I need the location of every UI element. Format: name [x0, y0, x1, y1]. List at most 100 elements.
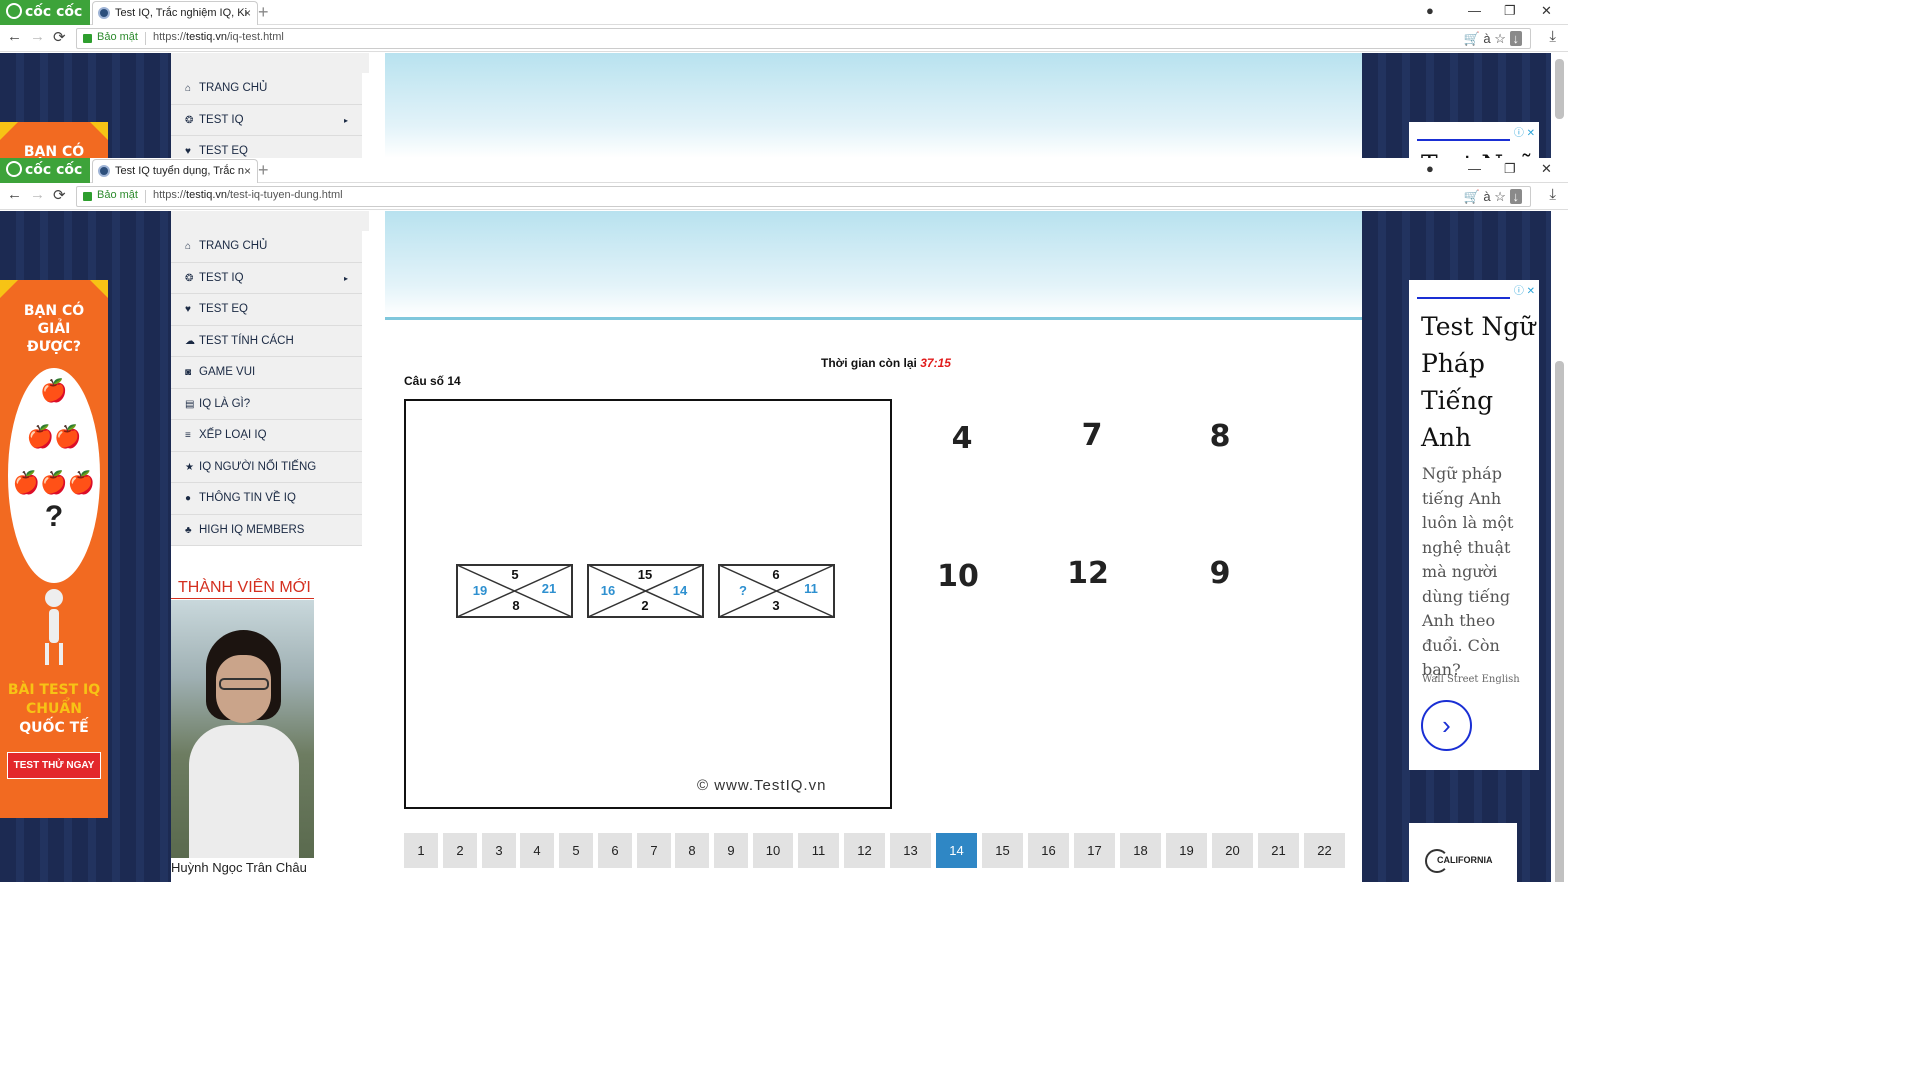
minimize-button[interactable]: — — [1468, 0, 1481, 22]
member-name[interactable]: Huỳnh Ngọc Trân Châu — [171, 860, 314, 875]
left-ad-banner[interactable]: BẠN CÓ GIẢI ĐƯỢC? 🍎 🍎🍎 🍎🍎🍎 ? BÀI TEST IQ… — [0, 280, 108, 818]
menu-top — [171, 211, 369, 231]
coccoc-logo[interactable]: cốc cốc — [0, 158, 90, 183]
answer-option[interactable]: 7 — [1062, 418, 1122, 453]
page-button[interactable]: 8 — [675, 833, 709, 868]
translate-icon[interactable]: à — [1483, 189, 1490, 204]
try-now-button[interactable]: TEST THỬ NGAY — [6, 752, 102, 779]
ad-corner — [90, 280, 108, 298]
back-left-ad[interactable]: BẠN CÓ — [0, 122, 108, 158]
scrollbar-thumb[interactable] — [1555, 361, 1564, 882]
page-button[interactable]: 3 — [482, 833, 516, 868]
page-button[interactable]: 7 — [637, 833, 671, 868]
adchoices-icon[interactable]: ⓘ ✕ — [1514, 282, 1535, 297]
forward-arrow-icon[interactable]: → — [30, 28, 45, 45]
page-button[interactable]: 2 — [443, 833, 477, 868]
menu-iq-info[interactable]: ● THÔNG TIN VỀ IQ — [171, 483, 362, 515]
apple-icon: 🍎 — [54, 424, 82, 449]
answer-option[interactable]: 12 — [1058, 556, 1118, 591]
page-button[interactable]: 17 — [1074, 833, 1115, 868]
chevron-right-icon[interactable]: › — [1421, 700, 1472, 751]
bookmark-star-icon[interactable]: ☆ — [1494, 31, 1506, 46]
back-menu-test-eq[interactable]: ♥ TEST EQ — [171, 136, 362, 158]
menu-personality[interactable]: ☁ TEST TÍNH CÁCH — [171, 326, 362, 357]
download-video-icon[interactable]: ↓ — [1509, 31, 1522, 46]
restore-button[interactable]: ❐ — [1504, 158, 1516, 180]
menu-what-is-iq[interactable]: ▤ IQ LÀ GÌ? — [171, 389, 362, 420]
page-button[interactable]: 21 — [1258, 833, 1299, 868]
adchoices-icon[interactable]: ⓘ ✕ — [1514, 124, 1535, 139]
page-button-active[interactable]: 14 — [936, 833, 977, 868]
answer-option[interactable]: 10 — [928, 559, 988, 594]
page-button[interactable]: 16 — [1028, 833, 1069, 868]
page-button[interactable]: 19 — [1166, 833, 1207, 868]
page-button[interactable]: 20 — [1212, 833, 1253, 868]
bookmark-star-icon[interactable]: ☆ — [1494, 189, 1506, 204]
top-banner — [385, 211, 1362, 317]
ad-line: CHUẨN — [26, 701, 82, 717]
close-tab-icon[interactable]: × — [244, 160, 251, 182]
account-icon[interactable]: ● — [1426, 0, 1434, 22]
menu-high-iq[interactable]: ♣ HIGH IQ MEMBERS — [171, 515, 362, 546]
heart-icon: ♥ — [185, 304, 191, 315]
menu-games[interactable]: ◙ GAME VUI — [171, 357, 362, 389]
restore-button[interactable]: ❐ — [1504, 0, 1516, 22]
tab-iq-test[interactable]: Test IQ, Trắc nghiệm IQ, Ki × — [92, 1, 258, 25]
page-button[interactable]: 13 — [890, 833, 931, 868]
back-menu-test-iq[interactable]: ❂ TEST IQ ▸ — [171, 105, 362, 136]
cart-icon[interactable]: 🛒 — [1464, 31, 1480, 46]
tab-iq-tuyen-dung[interactable]: Test IQ tuyển dụng, Trắc n × — [92, 159, 258, 183]
account-icon[interactable]: ● — [1426, 158, 1434, 180]
member-photo[interactable] — [171, 600, 314, 858]
reload-icon[interactable]: ⟳ — [53, 28, 66, 46]
back-right-ad[interactable]: ⓘ ✕ Test Ngữ — [1409, 122, 1539, 158]
menu-test-eq[interactable]: ♥ TEST EQ — [171, 294, 362, 326]
page-button[interactable]: 18 — [1120, 833, 1161, 868]
url-input[interactable]: Bảo mật https://testiq.vn/test-iq-tuyen-… — [76, 186, 1531, 207]
menu-test-iq[interactable]: ❂ TEST IQ ▸ — [171, 263, 362, 294]
new-tab-button[interactable]: + — [258, 158, 269, 182]
page-button[interactable]: 6 — [598, 833, 632, 868]
answer-option[interactable]: 9 — [1190, 556, 1250, 591]
reload-icon[interactable]: ⟳ — [53, 186, 66, 204]
ad-topline — [1417, 297, 1510, 299]
coccoc-logo[interactable]: cốc cốc — [0, 0, 90, 25]
forward-arrow-icon[interactable]: → — [30, 186, 45, 203]
back-arrow-icon[interactable]: ← — [7, 186, 22, 203]
page-button[interactable]: 4 — [520, 833, 554, 868]
page-button[interactable]: 22 — [1304, 833, 1345, 868]
secure-label: Bảo mật — [97, 189, 138, 201]
menu-label: IQ LÀ GÌ? — [199, 397, 251, 410]
page-button[interactable]: 9 — [714, 833, 748, 868]
answer-option[interactable]: 8 — [1190, 419, 1250, 454]
right-ad-banner[interactable]: ⓘ ✕ Test Ngữ Pháp Tiếng Anh Ngữ pháp tiế… — [1409, 280, 1539, 770]
scrollbar-thumb[interactable] — [1555, 59, 1564, 119]
cart-icon[interactable]: 🛒 — [1464, 189, 1480, 204]
translate-icon[interactable]: à — [1483, 31, 1490, 46]
secure-label: Bảo mật — [97, 31, 138, 43]
back-menu-home[interactable]: ⌂ TRANG CHỦ — [171, 73, 362, 105]
url-input[interactable]: Bảo mật https://testiq.vn/iq-test.html 🛒… — [76, 28, 1531, 49]
page-button[interactable]: 1 — [404, 833, 438, 868]
answer-option[interactable]: 4 — [932, 421, 992, 456]
close-window-button[interactable]: ✕ — [1541, 0, 1552, 22]
new-tab-button[interactable]: + — [258, 0, 269, 24]
download-icon[interactable]: ⤓ — [1549, 186, 1556, 203]
close-window-button[interactable]: ✕ — [1541, 158, 1552, 180]
page-button[interactable]: 5 — [559, 833, 593, 868]
menu-famous-iq[interactable]: ★ IQ NGƯỜI NỔI TIẾNG — [171, 452, 362, 483]
menu-iq-ranking[interactable]: ≡ XẾP LOẠI IQ — [171, 420, 362, 452]
page-button[interactable]: 10 — [753, 833, 793, 868]
ad-line: BÀI TEST IQ — [7, 682, 101, 698]
menu-label: TEST TÍNH CÁCH — [199, 334, 294, 347]
menu-home[interactable]: ⌂ TRANG CHỦ — [171, 231, 362, 263]
second-right-ad[interactable]: CALIFORNIA — [1409, 823, 1517, 882]
minimize-button[interactable]: — — [1468, 158, 1481, 180]
download-icon[interactable]: ⤓ — [1549, 28, 1556, 45]
page-button[interactable]: 11 — [798, 833, 839, 868]
page-button[interactable]: 12 — [844, 833, 885, 868]
back-arrow-icon[interactable]: ← — [7, 28, 22, 45]
close-tab-icon[interactable]: × — [244, 2, 251, 24]
download-video-icon[interactable]: ↓ — [1509, 189, 1522, 204]
page-button[interactable]: 15 — [982, 833, 1023, 868]
